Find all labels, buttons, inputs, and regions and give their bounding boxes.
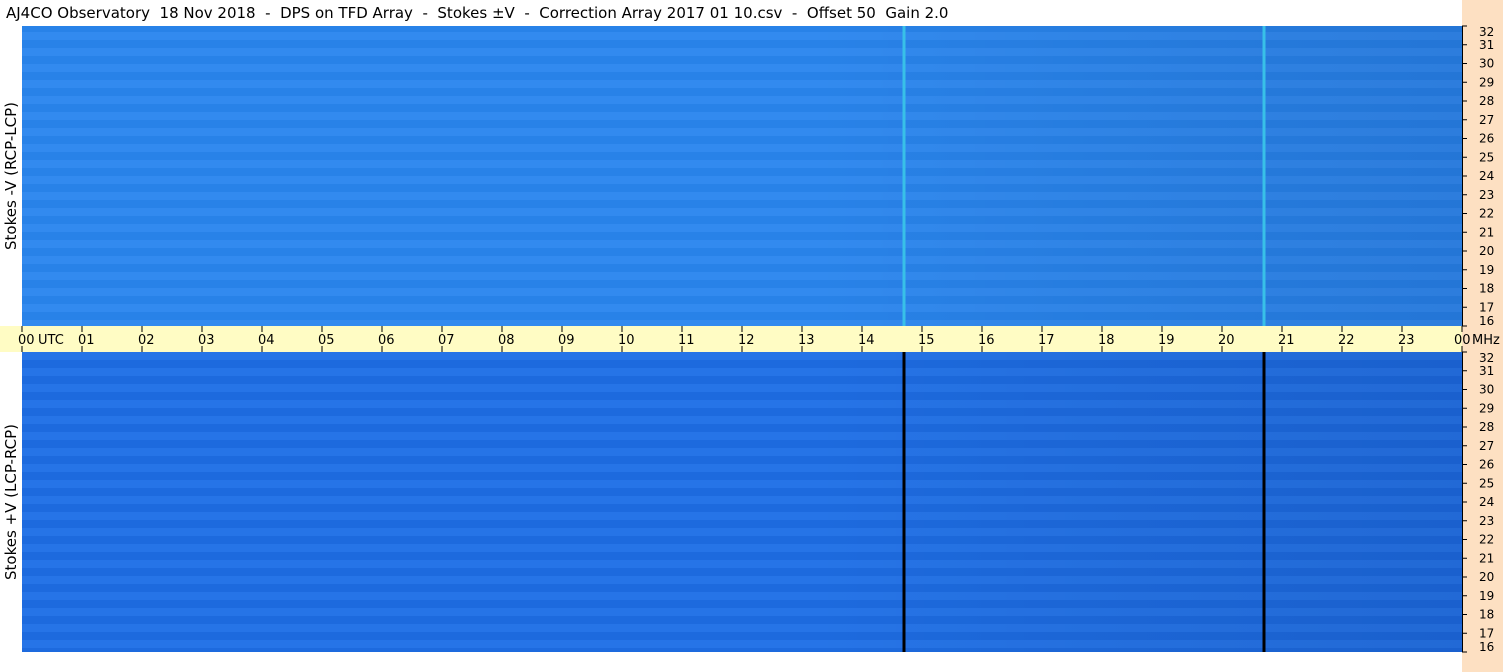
heatmap-shading (22, 26, 1462, 326)
vertical-marker-2 (1262, 26, 1266, 326)
vertical-marker-2 (1262, 352, 1266, 652)
time-tick-label: 11 (678, 333, 695, 348)
time-tick-label: 06 (378, 333, 395, 348)
time-tick-label: 02 (138, 333, 155, 348)
y-tick-label: 30 (1479, 383, 1494, 397)
frequency-unit-label: MHz (1472, 333, 1500, 348)
time-tick-label: 17 (1038, 333, 1055, 348)
y-tick-label: 23 (1479, 514, 1494, 528)
time-axis-utc-label: UTC (38, 333, 64, 348)
time-tick-label: 04 (258, 333, 275, 348)
y-tick-label: 24 (1479, 169, 1494, 183)
heatmap-panel-2: 1617 18 19 20 21 22 23 24 25 26 27 28 29 30 3132 (22, 351, 1494, 654)
y-tick-label: 27 (1479, 439, 1494, 453)
y-tick-label: 25 (1479, 150, 1494, 164)
y-tick-label: 28 (1479, 94, 1494, 108)
y-tick-label: 24 (1479, 495, 1494, 509)
y-tick-label: 17 (1479, 626, 1494, 640)
time-tick-label: 21 (1278, 333, 1295, 348)
time-tick-label: 01 (78, 333, 95, 348)
y-tick-label: 28 (1479, 420, 1494, 434)
y-tick-label: 22 (1479, 207, 1494, 221)
y-tick-label: 27 (1479, 113, 1494, 127)
time-tick-label: 16 (978, 333, 995, 348)
y-tick-label: 25 (1479, 476, 1494, 490)
y-tick-label: 16 (1479, 314, 1494, 328)
heatmap-shading (22, 352, 1462, 652)
y-tick-label: 20 (1479, 570, 1494, 584)
y-tick-label: 32 (1479, 25, 1494, 39)
time-tick-label: 23 (1398, 333, 1415, 348)
y-tick-label: 29 (1479, 401, 1494, 415)
y-tick-label: 21 (1479, 551, 1494, 565)
heatmap-panel-1: 1617 18 19 20 21 22 23 24 25 26 27 28 29 30 3132 (22, 25, 1494, 328)
time-tick-label: 12 (738, 333, 755, 348)
y-tick-label: 26 (1479, 132, 1494, 146)
time-tick-label: 15 (918, 333, 935, 348)
y-tick-label: 29 (1479, 75, 1494, 89)
time-tick-label: 00 (18, 333, 35, 348)
time-tick-label: 20 (1218, 333, 1235, 348)
y-tick-label: 22 (1479, 533, 1494, 547)
y-tick-label: 31 (1479, 38, 1494, 52)
time-tick-label: 13 (798, 333, 815, 348)
y-tick-label: 20 (1479, 244, 1494, 258)
time-tick-label: 05 (318, 333, 335, 348)
y-tick-label: 31 (1479, 364, 1494, 378)
y-tick-label: 21 (1479, 225, 1494, 239)
time-tick-label: 07 (438, 333, 455, 348)
time-tick-label: 14 (858, 333, 875, 348)
y-tick-label: 16 (1479, 640, 1494, 654)
time-tick-label: 22 (1338, 333, 1355, 348)
spectrogram-chart: 1617181920212223242526272829303132161718… (0, 25, 1500, 654)
y-tick-label: 17 (1479, 300, 1494, 314)
vertical-marker-1 (902, 352, 906, 652)
time-axis-strip (0, 326, 1462, 352)
y-tick-label: 26 (1479, 458, 1494, 472)
y-tick-label: 18 (1479, 608, 1494, 622)
time-tick-label: 08 (498, 333, 515, 348)
y-tick-label: 30 (1479, 57, 1494, 71)
time-tick-label: 09 (558, 333, 575, 348)
time-tick-label: 03 (198, 333, 215, 348)
y-tick-label: 18 (1479, 282, 1494, 296)
time-tick-label: 00 (1454, 333, 1471, 348)
y-tick-label: 32 (1479, 351, 1494, 365)
y-tick-label: 19 (1479, 263, 1494, 277)
time-tick-label: 19 (1158, 333, 1175, 348)
y-tick-label: 23 (1479, 188, 1494, 202)
time-tick-label: 18 (1098, 333, 1115, 348)
vertical-marker-1 (902, 26, 906, 326)
time-tick-label: 10 (618, 333, 635, 348)
y-tick-label: 19 (1479, 589, 1494, 603)
